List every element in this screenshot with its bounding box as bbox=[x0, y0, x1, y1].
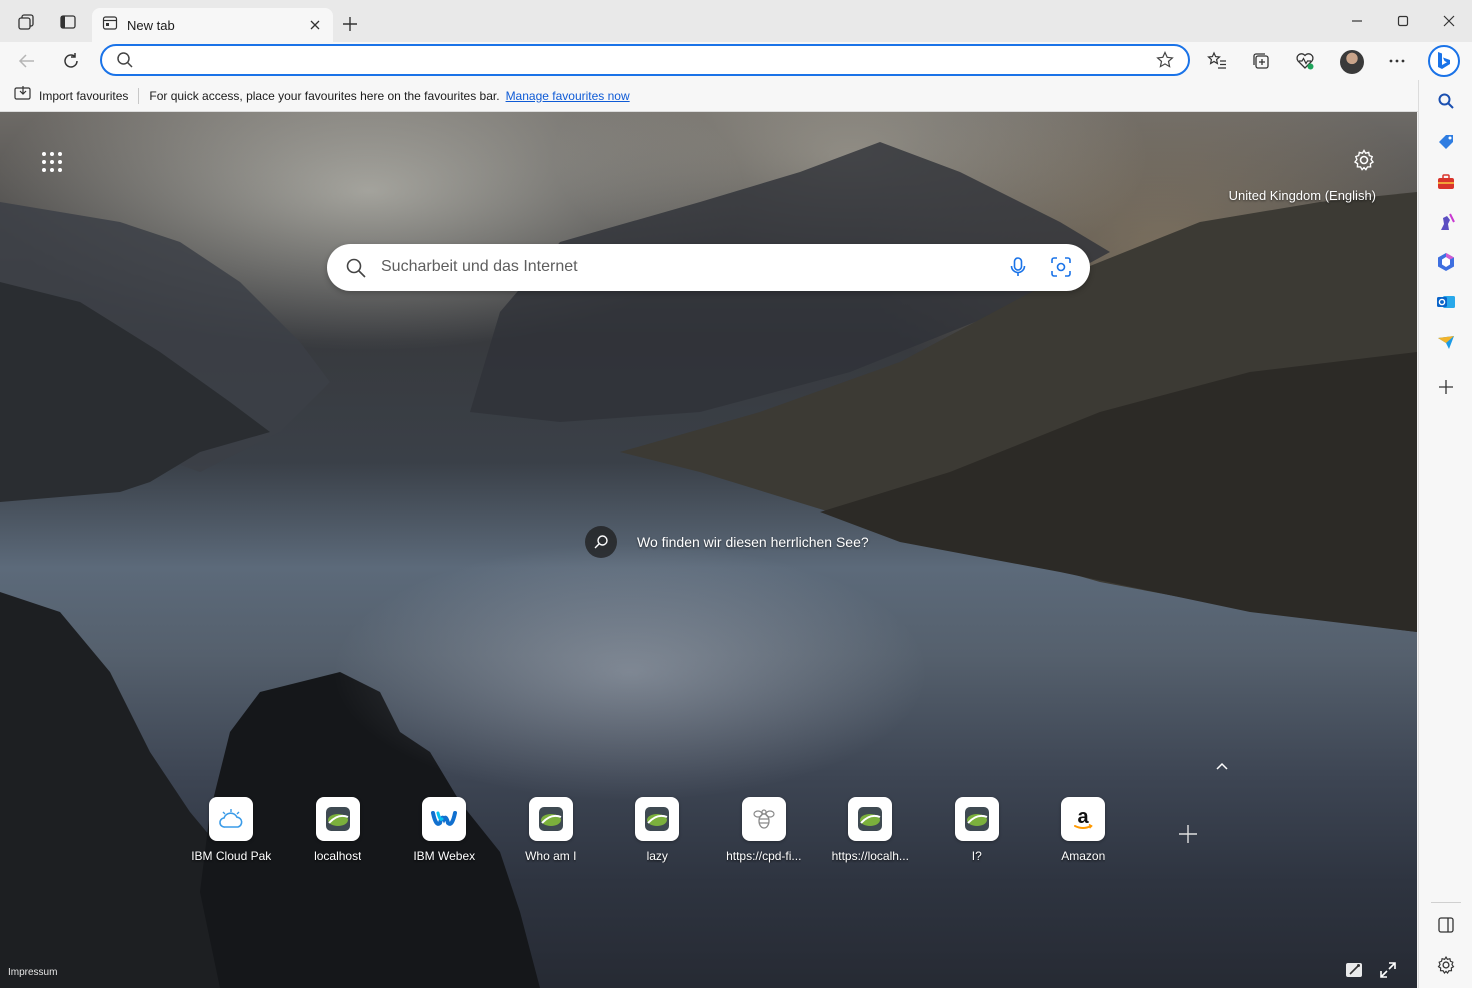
bee-icon bbox=[741, 797, 786, 841]
fullscreen-expand-icon[interactable] bbox=[1378, 960, 1398, 980]
customize-background-icon[interactable] bbox=[1344, 960, 1364, 980]
microphone-icon[interactable] bbox=[1007, 256, 1029, 283]
site-logo-icon bbox=[635, 797, 680, 841]
new-tab-button[interactable] bbox=[339, 13, 361, 35]
search-icon bbox=[116, 51, 134, 74]
tab-new-tab[interactable]: New tab bbox=[92, 8, 333, 42]
svg-text:a: a bbox=[1078, 806, 1090, 828]
favourites-message: For quick access, place your favourites … bbox=[149, 88, 500, 103]
quick-link-label: localhost bbox=[314, 849, 362, 863]
edge-sidebar bbox=[1418, 80, 1472, 988]
shopping-tag-icon[interactable] bbox=[1435, 131, 1457, 153]
visual-search-icon[interactable] bbox=[1049, 255, 1073, 284]
address-bar[interactable] bbox=[100, 44, 1190, 76]
region-language-link[interactable]: United Kingdom (English) bbox=[1200, 188, 1376, 203]
copilot-bing-icon[interactable] bbox=[1428, 45, 1460, 77]
app-launcher-icon[interactable] bbox=[40, 150, 64, 174]
web-search-box[interactable] bbox=[327, 244, 1090, 291]
hide-sidebar-icon[interactable] bbox=[1435, 914, 1457, 936]
title-bar: New tab bbox=[0, 0, 1472, 42]
close-window-icon[interactable] bbox=[1438, 10, 1460, 32]
search-icon bbox=[345, 257, 367, 284]
browser-essentials-icon[interactable] bbox=[1294, 50, 1316, 72]
quick-link-tile[interactable]: lazy bbox=[604, 797, 711, 863]
site-logo-icon bbox=[315, 797, 360, 841]
profile-avatar[interactable] bbox=[1340, 50, 1364, 74]
quick-link-tile[interactable]: https://localh... bbox=[817, 797, 924, 863]
page-settings-icon[interactable] bbox=[1352, 148, 1376, 172]
site-logo-icon bbox=[848, 797, 893, 841]
quick-link-label: IBM Cloud Pak bbox=[191, 849, 272, 863]
impressum-link[interactable]: Impressum bbox=[8, 967, 57, 978]
maximize-icon[interactable] bbox=[1392, 10, 1414, 32]
toolbar bbox=[0, 42, 1472, 80]
quick-link-tile[interactable]: localhost bbox=[285, 797, 392, 863]
more-options-icon[interactable] bbox=[1386, 50, 1408, 72]
import-icon bbox=[14, 86, 32, 105]
quick-links: IBM Cloud Pak localhost IBM Webex Who am… bbox=[178, 797, 1137, 863]
microsoft-365-icon[interactable] bbox=[1435, 251, 1457, 273]
image-info-query[interactable]: Wo finden wir diesen herrlichen See? bbox=[585, 526, 869, 558]
quick-link-tile[interactable]: I? bbox=[924, 797, 1031, 863]
address-input[interactable] bbox=[144, 50, 1144, 70]
refresh-icon[interactable] bbox=[60, 50, 82, 72]
quick-link-tile[interactable]: IBM Cloud Pak bbox=[178, 797, 285, 863]
divider bbox=[1431, 902, 1461, 903]
chevron-up-icon[interactable] bbox=[1212, 756, 1232, 776]
webex-icon bbox=[422, 797, 467, 841]
web-search-input[interactable] bbox=[381, 256, 981, 278]
quick-link-tile[interactable]: a Amazon bbox=[1030, 797, 1137, 863]
tab-actions-icon[interactable] bbox=[58, 12, 78, 32]
quick-link-label: Who am I bbox=[525, 849, 577, 863]
divider bbox=[138, 87, 140, 104]
search-icon[interactable] bbox=[1435, 90, 1457, 112]
amazon-icon: a bbox=[1061, 797, 1106, 841]
quick-link-label: IBM Webex bbox=[413, 849, 476, 863]
collections-icon[interactable] bbox=[1250, 50, 1272, 72]
newtab-page-icon bbox=[102, 15, 118, 36]
newtab-background: United Kingdom (English) Wo finden wir d… bbox=[0, 112, 1417, 988]
games-icon[interactable] bbox=[1435, 211, 1457, 233]
add-favourite-icon[interactable] bbox=[1156, 51, 1174, 74]
lake-reflection bbox=[330, 542, 930, 802]
quick-link-label: I? bbox=[971, 849, 982, 863]
site-logo-icon bbox=[528, 797, 573, 841]
quick-link-tile[interactable]: https://cpd-fi... bbox=[711, 797, 818, 863]
sidebar-settings-icon[interactable] bbox=[1435, 954, 1457, 976]
drop-send-icon[interactable] bbox=[1435, 331, 1457, 353]
tools-toolbox-icon[interactable] bbox=[1435, 171, 1457, 193]
ibm-cloud-icon bbox=[209, 797, 254, 841]
quick-link-tile[interactable]: IBM Webex bbox=[391, 797, 498, 863]
quick-link-label: Amazon bbox=[1061, 849, 1106, 863]
outlook-icon[interactable] bbox=[1435, 291, 1457, 313]
back-icon[interactable] bbox=[16, 50, 38, 72]
tab-title: New tab bbox=[127, 17, 175, 33]
favourites-icon[interactable] bbox=[1206, 50, 1228, 72]
import-favourites-button[interactable]: Import favourites bbox=[14, 86, 128, 105]
image-search-icon bbox=[585, 526, 617, 558]
manage-favourites-link[interactable]: Manage favourites now bbox=[506, 89, 630, 103]
add-shortcut-icon[interactable] bbox=[1176, 822, 1200, 846]
quick-link-tile[interactable]: Who am I bbox=[498, 797, 605, 863]
import-label: Import favourites bbox=[39, 88, 129, 103]
image-query-text: Wo finden wir diesen herrlichen See? bbox=[637, 534, 869, 550]
quick-link-label: https://localh... bbox=[831, 849, 909, 863]
quick-link-label: lazy bbox=[646, 849, 668, 863]
minimize-icon[interactable] bbox=[1346, 10, 1368, 32]
add-sidebar-app-icon[interactable] bbox=[1435, 376, 1457, 398]
workspaces-icon[interactable] bbox=[16, 12, 36, 32]
close-tab-icon[interactable] bbox=[307, 17, 323, 33]
quick-link-label: https://cpd-fi... bbox=[726, 849, 802, 863]
site-logo-icon bbox=[954, 797, 999, 841]
favourites-bar: Import favourites For quick access, plac… bbox=[0, 80, 1418, 112]
